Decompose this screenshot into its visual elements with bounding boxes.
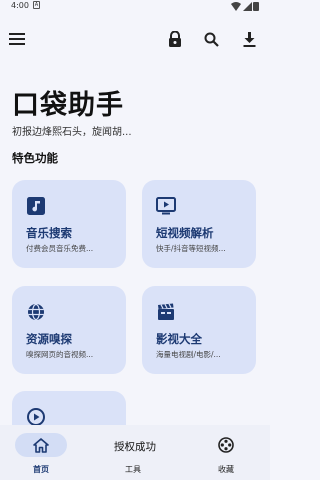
- card-title: 资源嗅探: [26, 332, 72, 346]
- nav-favorites[interactable]: 收藏: [185, 425, 275, 480]
- search-icon[interactable]: [200, 28, 222, 50]
- wifi-icon: [231, 2, 241, 11]
- status-time: 4:00: [11, 1, 29, 10]
- menu-icon[interactable]: [6, 28, 28, 50]
- card-resource-sniff[interactable]: 资源嗅探 嗅探网页的音视频...: [12, 286, 126, 374]
- nav-tools-label: 工具: [125, 465, 141, 474]
- section-title: 特色功能: [12, 151, 58, 165]
- tv-play-icon: [156, 196, 176, 216]
- nav-favorites-indicator: [200, 433, 252, 457]
- card-desc: 海量电视剧/电影/...: [156, 350, 221, 359]
- clapperboard-icon: [156, 302, 176, 322]
- nav-home-indicator: [15, 433, 67, 457]
- battery-icon: [253, 2, 259, 11]
- film-reel-icon: [218, 437, 234, 453]
- nav-favorites-label: 收藏: [218, 465, 234, 474]
- app-subtitle: 初报边烽熙石头，旋闻胡...: [12, 127, 132, 138]
- card-desc: 付费会员音乐免费...: [26, 244, 94, 253]
- status-bar: 4:00 A: [0, 0, 270, 14]
- app-title: 口袋助手: [12, 90, 124, 121]
- card-short-video[interactable]: 短视频解析 快手/抖音等短视频...: [142, 180, 256, 268]
- play-circle-icon: [26, 407, 46, 427]
- lock-icon[interactable]: [164, 28, 186, 50]
- globe-icon: [26, 302, 46, 322]
- card-desc: 嗅探网页的音视频...: [26, 350, 94, 359]
- home-icon: [33, 437, 49, 453]
- card-movies[interactable]: 影视大全 海量电视剧/电影/...: [142, 286, 256, 374]
- download-icon[interactable]: [238, 28, 260, 50]
- card-title: 短视频解析: [156, 226, 214, 240]
- nav-home-label: 首页: [33, 465, 49, 474]
- card-desc: 快手/抖音等短视频...: [156, 244, 226, 253]
- notification-icon: A: [33, 1, 40, 9]
- toast-message: 授权成功: [103, 436, 167, 458]
- top-app-bar: [0, 22, 270, 56]
- card-title: 影视大全: [156, 332, 202, 346]
- nav-home[interactable]: 首页: [0, 425, 90, 480]
- cell-signal-icon: [243, 2, 252, 11]
- music-note-icon: [26, 196, 46, 216]
- card-music-search[interactable]: 音乐搜索 付费会员音乐免费...: [12, 180, 126, 268]
- card-title: 音乐搜索: [26, 226, 72, 240]
